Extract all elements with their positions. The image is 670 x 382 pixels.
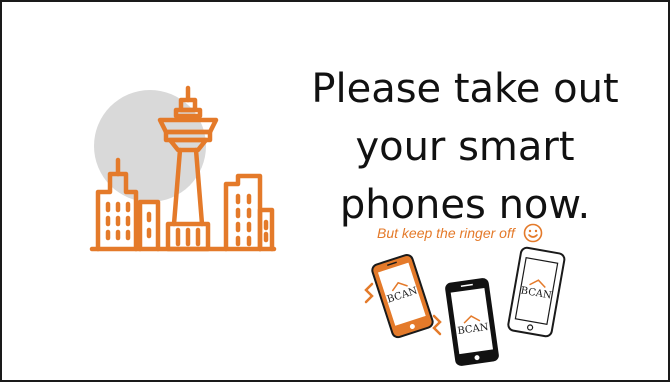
- phones-illustration: BCAN BCAN BCAN: [364, 246, 566, 366]
- slide: Please take out your smart phones now. B…: [0, 0, 670, 382]
- headline-line-1: Please take out: [311, 66, 619, 112]
- vibrating-phone-icon: BCAN: [371, 254, 434, 339]
- headline-line-2: your smart: [355, 124, 575, 170]
- smiley-icon: [523, 223, 543, 243]
- headline: Please take out your smart phones now.: [272, 60, 658, 234]
- city-skyline-icon: [89, 85, 277, 252]
- phone-icon: BCAN: [445, 278, 499, 366]
- outline-phone-icon: BCAN: [507, 246, 566, 338]
- ringer-note: But keep the ringer off: [377, 223, 543, 243]
- ringer-note-text: But keep the ringer off: [377, 225, 515, 241]
